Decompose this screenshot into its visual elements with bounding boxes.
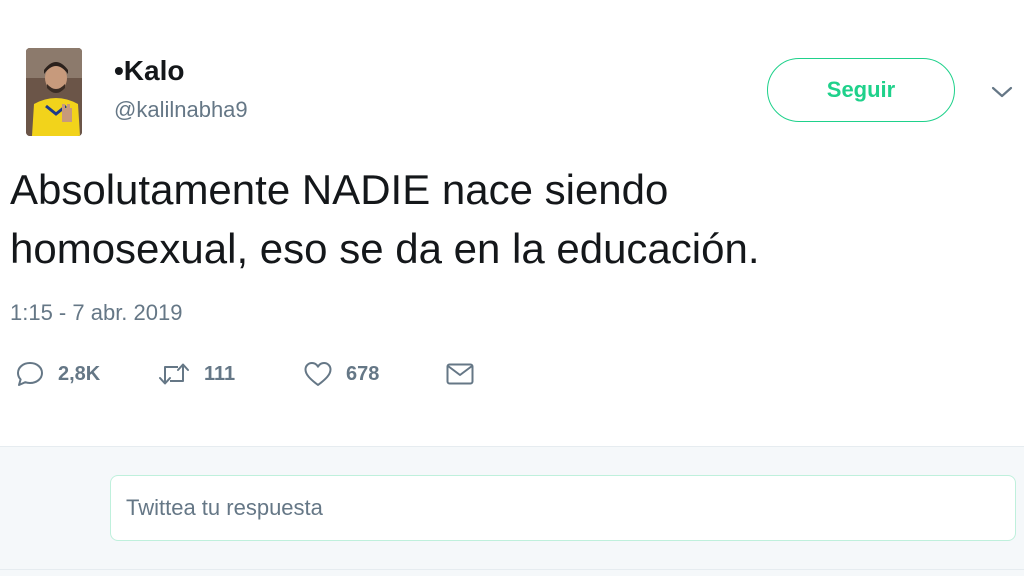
reply-placeholder: Twittea tu respuesta [126, 495, 323, 520]
tweet-actions: 2,8K 111 678 [0, 352, 1024, 396]
reply-button[interactable]: 2,8K [14, 352, 100, 396]
like-count: 678 [346, 362, 380, 385]
envelope-icon [446, 363, 474, 385]
follow-button[interactable]: Seguir [767, 58, 955, 122]
tweet-timestamp[interactable]: 1:15 - 7 abr. 2019 [10, 300, 182, 326]
direct-message-button[interactable] [444, 352, 476, 396]
like-button[interactable]: 678 [302, 352, 379, 396]
reply-input[interactable]: Twittea tu respuesta [110, 475, 1016, 541]
reply-count: 2,8K [58, 362, 101, 385]
author-name[interactable]: •Kalo [114, 55, 184, 87]
chevron-down-icon[interactable] [988, 80, 1016, 104]
reply-area: Twittea tu respuesta [0, 446, 1024, 576]
retweet-icon [159, 363, 189, 385]
author-handle[interactable]: @kalilnabha9 [114, 97, 248, 123]
tweet-text: Absolutamente NADIE nace siendo homosexu… [10, 166, 760, 272]
divider [0, 569, 1024, 570]
avatar[interactable] [26, 48, 82, 136]
retweet-count: 111 [204, 362, 236, 385]
retweet-button[interactable]: 111 [156, 352, 235, 396]
heart-icon [304, 362, 332, 386]
avatar-image [26, 48, 82, 136]
speech-bubble-icon [17, 362, 43, 386]
tweet-card: •Kalo @kalilnabha9 Seguir Absolutamente … [0, 0, 1024, 446]
